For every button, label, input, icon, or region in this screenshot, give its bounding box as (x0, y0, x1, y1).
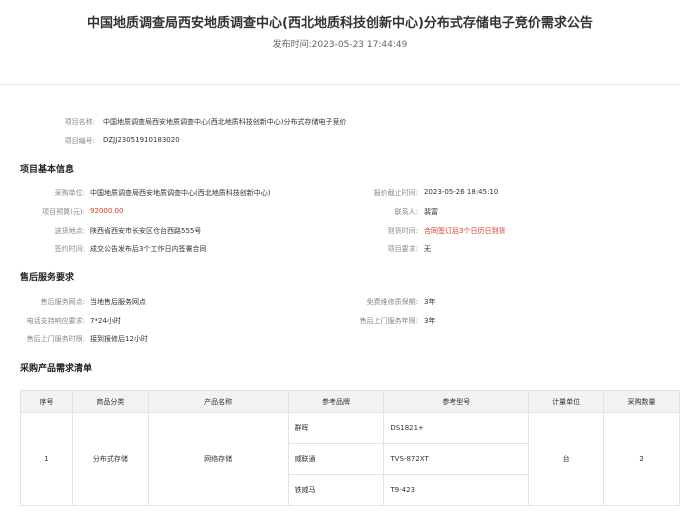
table-row: 1 分布式存储 网络存储 群晖 DS1821+ 台 2 (20, 412, 680, 506)
project-name-label: 项目名称: (64, 118, 95, 126)
section-after-sales-heading: 售后服务要求 (20, 273, 75, 283)
cell-unit: 台 (528, 412, 605, 506)
project-requirement-value: 无 (424, 245, 431, 253)
cell-model: T9-423 (383, 474, 530, 506)
col-header-model: 参考型号 (383, 390, 530, 413)
col-header-brand: 参考品牌 (287, 390, 385, 413)
publish-time-label: 发布时间: (272, 40, 312, 50)
delivery-address-value: 陕西省西安市长安区仓台西路555号 (90, 227, 202, 235)
deadline-value: 2023-05-26 18:45:10 (424, 188, 499, 196)
cell-product: 网络存储 (147, 412, 289, 506)
sign-time-label: 签约时间: (54, 245, 85, 253)
phone-support-label: 电话支持响应要求: (26, 317, 85, 325)
cell-brand: 群晖 (287, 412, 385, 444)
purchaser-label: 采购单位: (54, 189, 85, 197)
service-years-label: 售后上门服务年限: (359, 317, 418, 325)
project-code-value: DZJJ23051910183020 (103, 136, 180, 144)
service-years-value: 3年 (424, 317, 436, 325)
delivery-address-label: 送货地点: (54, 227, 85, 235)
project-name-value: 中国地质调查局西安地质调查中心(西北地质科技创新中心)分布式存储电子竞价 (103, 118, 347, 126)
section-basic-info-heading: 项目基本信息 (20, 165, 75, 175)
sign-time-value: 成交公告发布后3个工作日内签署合同 (90, 245, 207, 253)
section-product-list-heading: 采购产品需求清单 (20, 364, 93, 374)
warranty-value: 3年 (424, 298, 436, 306)
service-point-value: 当地售后服务网点 (90, 298, 146, 306)
cell-brand: 威联通 (287, 443, 385, 475)
col-header-unit: 计量单位 (528, 390, 605, 413)
col-header-quantity: 采购数量 (603, 390, 680, 413)
col-header-category: 商品分类 (71, 390, 149, 413)
contact-label: 联系人: (394, 208, 418, 216)
budget-label: 项目预算(元): (42, 208, 85, 216)
table-header-row: 序号 商品分类 产品名称 参考品牌 参考型号 计量单位 采购数量 (20, 390, 680, 413)
cell-model: DS1821+ (383, 412, 530, 444)
cell-index: 1 (20, 412, 73, 506)
arrival-time-value: 合同签订后3个日历日到货 (424, 227, 506, 235)
project-code-label: 项目编号: (64, 137, 95, 145)
service-point-label: 售后服务网点: (40, 298, 85, 306)
purchaser-value: 中国地质调查局西安地质调查中心(西北地质科技创新中心) (90, 189, 271, 197)
onsite-time-value: 接到报修后12小时 (90, 335, 148, 343)
product-table: 序号 商品分类 产品名称 参考品牌 参考型号 计量单位 采购数量 1 分布式存储… (20, 390, 680, 506)
col-header-product: 产品名称 (147, 390, 289, 413)
budget-value: 92000.00 (90, 207, 124, 215)
publish-time-value: 2023-05-23 17:44:49 (311, 40, 408, 50)
phone-support-value: 7*24小时 (90, 317, 121, 325)
contact-value: 裴富 (424, 208, 438, 216)
cell-model: TVS-872XT (383, 443, 530, 475)
arrival-time-label: 到货时间: (387, 227, 418, 235)
project-requirement-label: 项目要求: (387, 245, 418, 253)
page-title: 中国地质调查局西安地质调查中心(西北地质科技创新中心)分布式存储电子竞价需求公告 (87, 16, 593, 31)
col-header-index: 序号 (20, 390, 73, 413)
warranty-label: 免费维修质保期: (366, 298, 418, 306)
cell-brand: 铁威马 (287, 474, 385, 506)
onsite-time-label: 售后上门服务时限: (26, 335, 85, 343)
deadline-label: 报价截止时间: (373, 189, 418, 197)
cell-category: 分布式存储 (71, 412, 149, 506)
cell-quantity: 2 (603, 412, 680, 506)
header-divider (0, 84, 680, 85)
publish-time-line: 发布时间:2023-05-23 17:44:49 (0, 37, 680, 50)
